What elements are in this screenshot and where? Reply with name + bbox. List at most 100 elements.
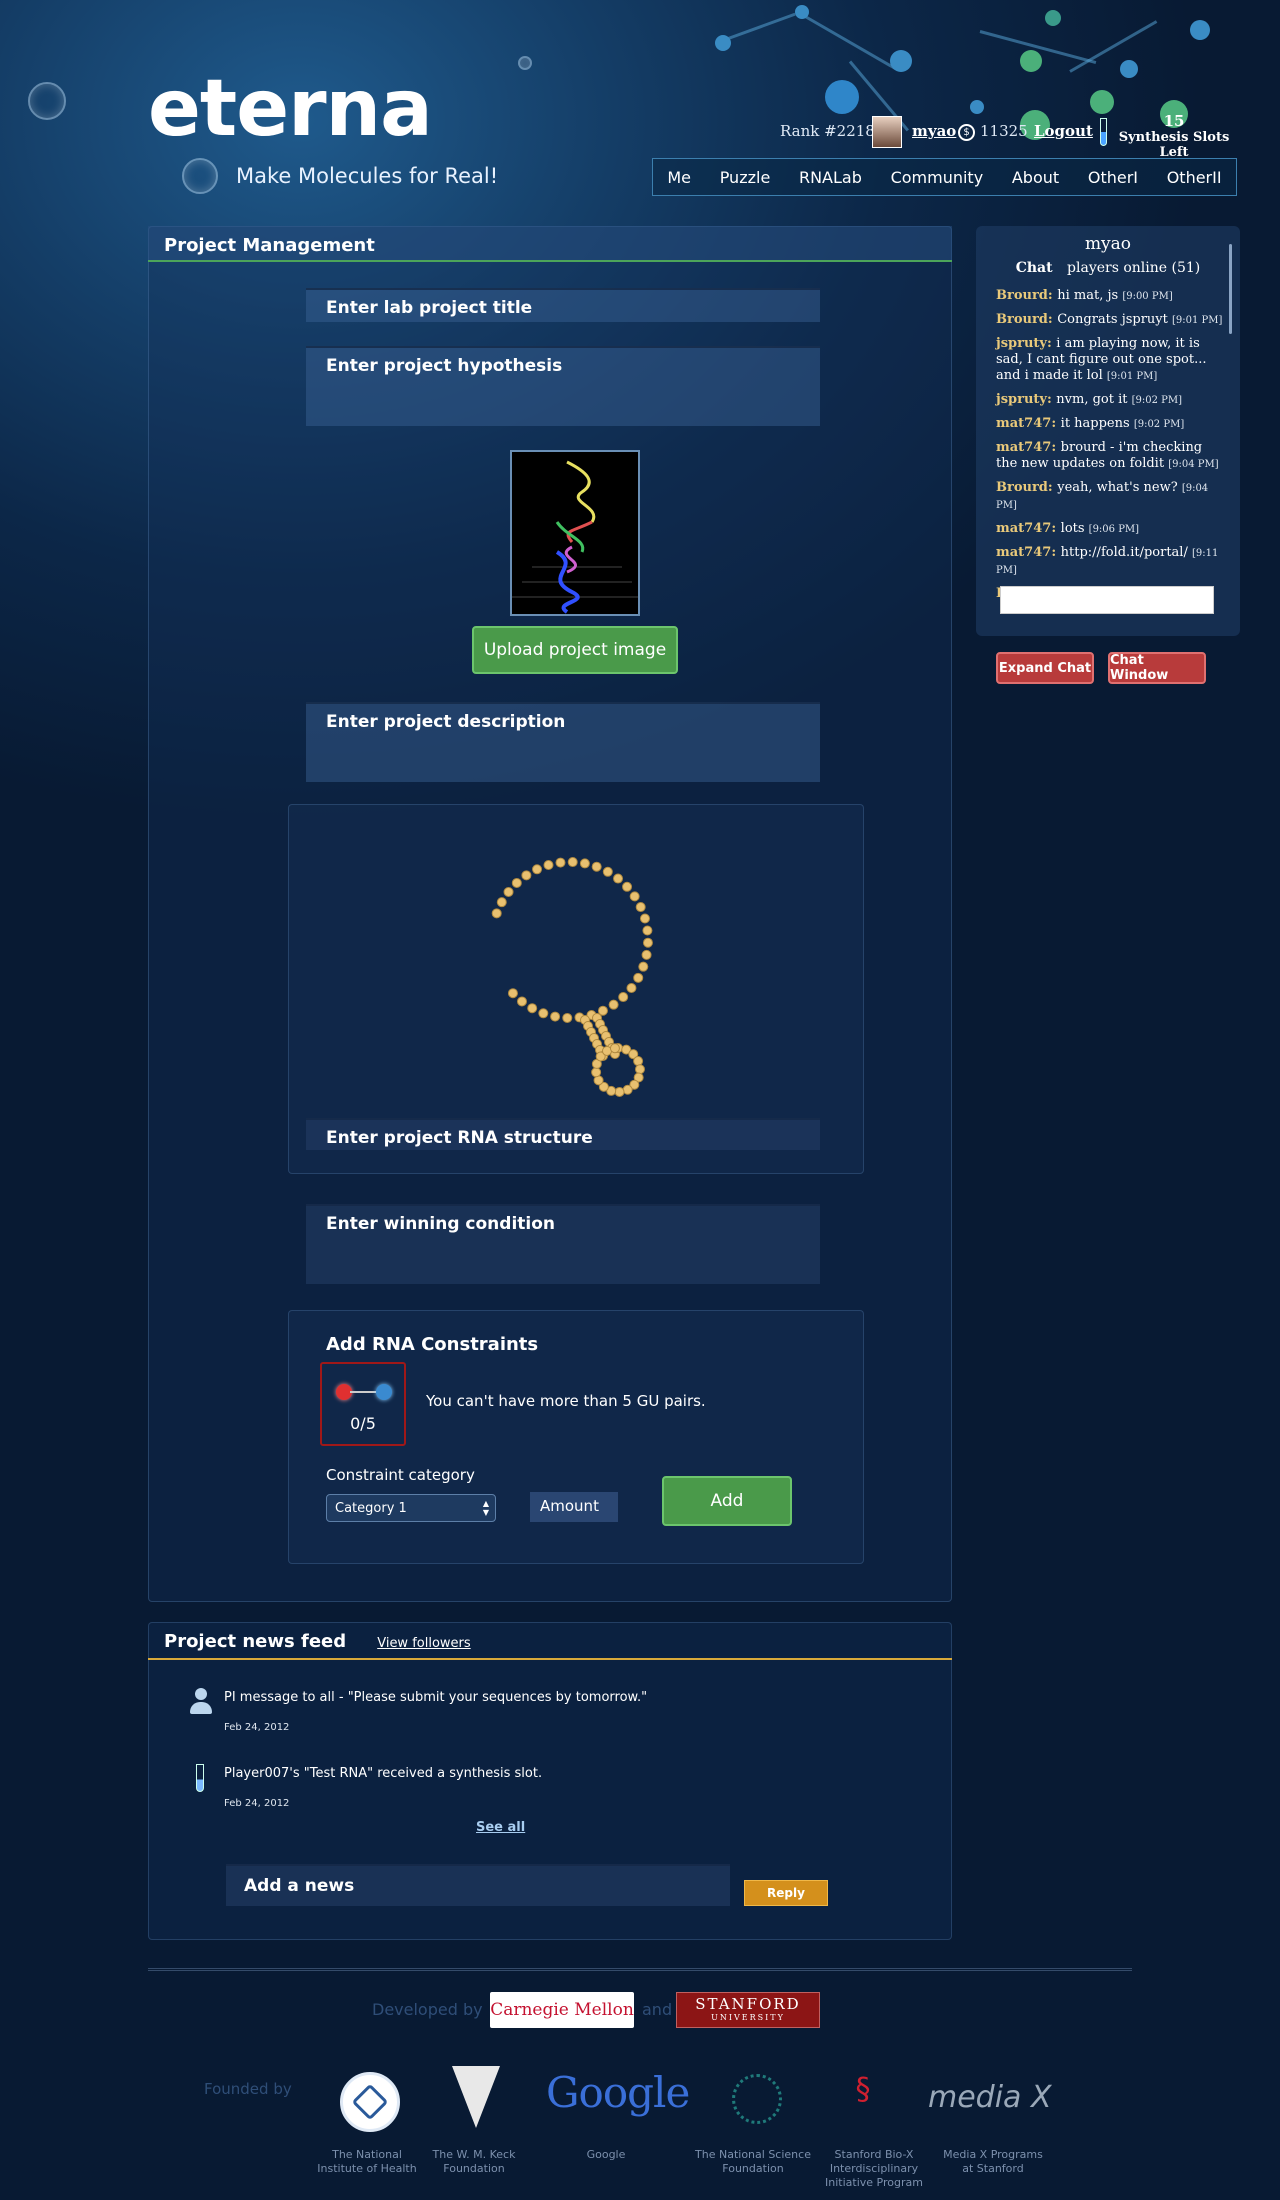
chat-author[interactable]: Brourd: xyxy=(996,312,1057,327)
main-nav: Me Puzzle RNALab Community About OtherI … xyxy=(652,158,1237,196)
eterna-logo[interactable]: eterna xyxy=(148,70,433,148)
founded-by-label: Founded by xyxy=(204,2080,292,2098)
chat-message: Brourd: Congrats jspruyt [9:01 PM] xyxy=(996,312,1226,329)
rna-base xyxy=(562,1012,573,1023)
logout-link[interactable]: Logout xyxy=(1034,122,1093,140)
rna-base xyxy=(496,897,507,908)
rna-base xyxy=(629,891,640,902)
nav-other-1[interactable]: OtherI xyxy=(1088,168,1138,187)
project-description-input[interactable]: Enter project description xyxy=(306,702,820,782)
reply-button[interactable]: Reply xyxy=(744,1880,828,1906)
chat-panel: myao Chat players online (51) Brourd: hi… xyxy=(976,226,1240,636)
chat-message: mat747: brourd - i'm checking the new up… xyxy=(996,440,1226,473)
rna-base xyxy=(597,1005,608,1016)
chat-author[interactable]: jspruty: xyxy=(996,336,1056,351)
news-item-text: Player007's "Test RNA" received a synthe… xyxy=(224,1766,543,1781)
chat-author[interactable]: mat747: xyxy=(996,545,1061,560)
chat-text: yeah, what's new? xyxy=(1057,480,1182,495)
synthesis-count: 15 xyxy=(1163,112,1185,130)
nsf-logo[interactable] xyxy=(732,2074,782,2124)
chat-time: [9:01 PM] xyxy=(1106,371,1158,382)
select-arrows-icon: ▲ ▼ xyxy=(482,1499,489,1517)
biox-logo[interactable]: § xyxy=(846,2072,880,2122)
rna-base xyxy=(642,937,653,948)
bubble-decoration xyxy=(518,56,532,70)
chat-time: [9:06 PM] xyxy=(1088,524,1140,535)
chat-author[interactable]: mat747: xyxy=(996,416,1061,431)
chat-author[interactable]: jspruty: xyxy=(996,392,1056,407)
chat-text: nvm, got it xyxy=(1056,392,1132,407)
points-text: 11325 xyxy=(980,122,1028,140)
rna-base xyxy=(626,983,637,994)
constraints-title: Add RNA Constraints xyxy=(326,1334,539,1355)
add-constraint-button[interactable]: Add xyxy=(662,1476,792,1526)
view-followers-link[interactable]: View followers xyxy=(377,1636,470,1651)
nav-community[interactable]: Community xyxy=(891,168,984,187)
rna-base xyxy=(633,1056,644,1067)
chat-author[interactable]: mat747: xyxy=(996,521,1061,536)
rna-base xyxy=(639,913,650,924)
rna-structure-input[interactable]: Enter project RNA structure xyxy=(306,1118,820,1150)
chat-author[interactable]: Brourd: xyxy=(996,288,1057,303)
chat-input[interactable] xyxy=(1000,586,1214,614)
mediax-logo[interactable]: media X xyxy=(928,2080,1052,2115)
carnegie-mellon-logo[interactable]: Carnegie Mellon xyxy=(490,1992,634,2028)
rna-base xyxy=(635,902,646,913)
amount-input[interactable]: Amount xyxy=(530,1492,618,1522)
rna-base xyxy=(591,1067,602,1078)
nav-about[interactable]: About xyxy=(1012,168,1059,187)
bubble-decoration xyxy=(28,82,66,120)
chat-message: Brourd: yeah, what's new? [9:04 PM] xyxy=(996,480,1226,514)
stanford-logo-text: STANFORD xyxy=(695,1995,801,2013)
chat-tab[interactable]: Chat xyxy=(1016,260,1053,276)
rna-base xyxy=(527,1003,538,1014)
footer-divider xyxy=(148,1968,1132,1971)
tagline: Make Molecules for Real! xyxy=(236,164,499,188)
chat-author[interactable]: mat747: xyxy=(996,440,1061,455)
person-icon xyxy=(190,1688,212,1716)
nav-rnalab[interactable]: RNALab xyxy=(799,168,862,187)
chat-messages: Brourd: hi mat, js [9:00 PM] Brourd: Cong… xyxy=(996,288,1226,610)
chat-text: lots xyxy=(1060,521,1089,536)
gu-pair-constraint[interactable]: 0/5 xyxy=(320,1362,406,1446)
google-logo[interactable]: Google xyxy=(546,2068,690,2117)
avatar[interactable] xyxy=(872,116,902,148)
sponsor-label: The National Science Foundation xyxy=(695,2148,811,2175)
chat-text: Congrats jspruyt xyxy=(1057,312,1173,327)
news-item-date: Feb 24, 2012 xyxy=(224,1722,290,1733)
panel-title: Project Management xyxy=(148,226,952,262)
add-news-input[interactable]: Add a news xyxy=(226,1864,730,1906)
players-online[interactable]: players online (51) xyxy=(1067,260,1200,276)
nav-puzzle[interactable]: Puzzle xyxy=(720,168,771,187)
rna-base xyxy=(503,886,514,897)
rna-structure-diagram xyxy=(491,857,653,1097)
nav-me[interactable]: Me xyxy=(667,168,691,187)
chat-scrollbar[interactable] xyxy=(1229,244,1232,334)
see-all-link[interactable]: See all xyxy=(476,1820,525,1835)
username-link[interactable]: myao xyxy=(912,122,956,140)
upload-image-button[interactable]: Upload project image xyxy=(472,626,678,674)
stanford-logo[interactable]: STANFORD UNIVERSITY xyxy=(676,1992,820,2028)
winning-condition-input[interactable]: Enter winning condition xyxy=(306,1204,820,1284)
rna-base xyxy=(641,949,652,960)
constraint-category-select[interactable]: Category 1 ▲ ▼ xyxy=(326,1494,496,1522)
rna-base xyxy=(638,961,649,972)
chat-window-button[interactable]: Chat Window xyxy=(1108,652,1206,684)
chat-time: [9:02 PM] xyxy=(1131,395,1183,406)
keck-logo[interactable] xyxy=(452,2066,500,2128)
chat-text: http://fold.it/portal/ xyxy=(1060,545,1192,560)
chat-user: myao xyxy=(1084,234,1132,254)
chat-time: [9:02 PM] xyxy=(1133,419,1185,430)
project-hypothesis-input[interactable]: Enter project hypothesis xyxy=(306,346,820,426)
chat-text: it happens xyxy=(1060,416,1134,431)
rna-base xyxy=(511,877,522,888)
chat-author[interactable]: Brourd: xyxy=(996,480,1057,495)
chat-message: mat747: lots [9:06 PM] xyxy=(996,521,1226,538)
nih-logo[interactable] xyxy=(340,2072,400,2132)
expand-chat-button[interactable]: Expand Chat xyxy=(996,652,1094,684)
chat-text: hi mat, js xyxy=(1057,288,1123,303)
rna-base xyxy=(491,908,502,919)
nav-other-2[interactable]: OtherII xyxy=(1167,168,1222,187)
project-title-input[interactable]: Enter lab project title xyxy=(306,288,820,322)
rna-base xyxy=(579,858,590,869)
